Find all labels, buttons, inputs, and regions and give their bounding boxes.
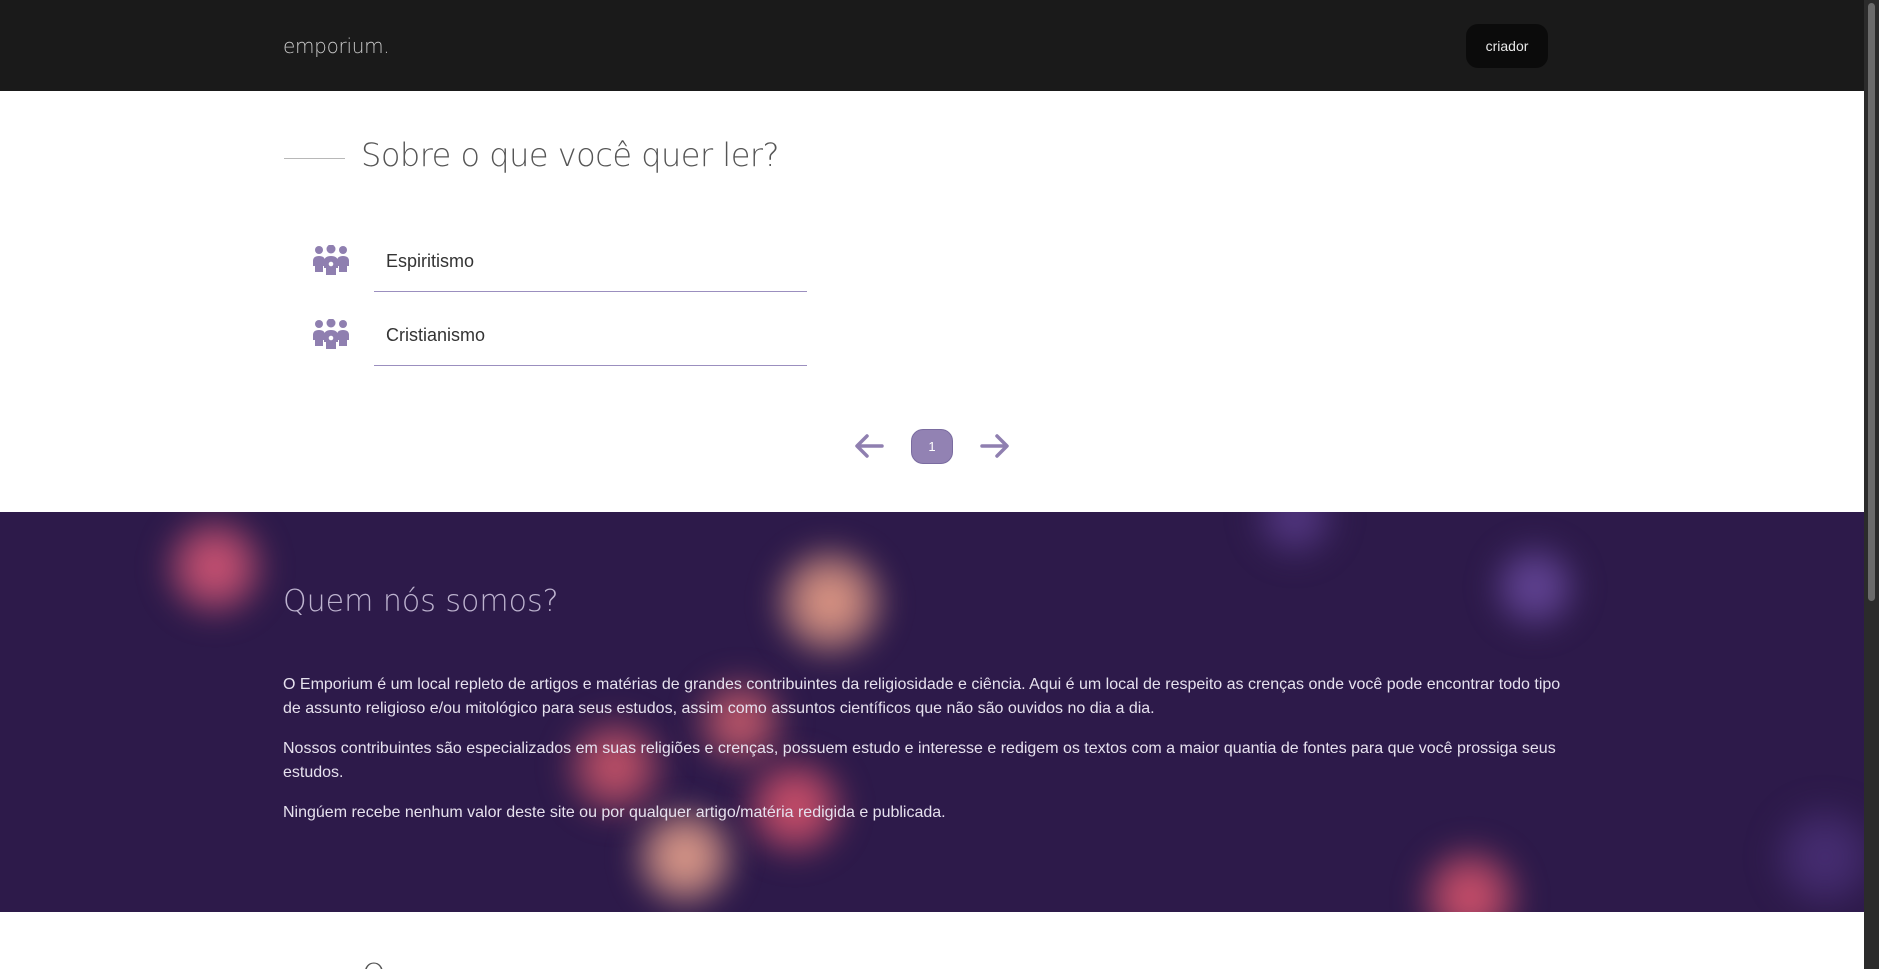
about-paragraph: Ningúem recebe nenhum valor deste site o…	[283, 804, 946, 821]
bokeh-light	[770, 542, 890, 662]
bokeh-light	[1415, 842, 1525, 912]
topic-label-field[interactable]: Cristianismo	[374, 307, 807, 366]
people-group-icon	[311, 244, 351, 284]
arrow-right-icon[interactable]	[979, 432, 1011, 465]
page-1-button[interactable]: 1	[911, 429, 953, 464]
scrollbar[interactable]	[1864, 0, 1879, 969]
arrow-left-icon[interactable]	[853, 432, 885, 465]
topic-item-cristianismo[interactable]: Cristianismo	[306, 307, 807, 367]
creator-button[interactable]: criador	[1466, 24, 1548, 68]
topics-heading: Sobre o que você quer ler?	[361, 136, 780, 174]
about-paragraph: Nossos contribuintes são especializados …	[283, 740, 1556, 781]
next-section-heading: O	[362, 958, 672, 969]
topic-label-field[interactable]: Espiritismo	[374, 233, 807, 292]
navbar: emporium. criador	[0, 0, 1864, 91]
about-section: Quem nós somos? O Emporium é um local re…	[0, 512, 1864, 912]
bokeh-light	[1250, 512, 1340, 562]
people-group-icon	[311, 318, 351, 358]
bokeh-light	[1770, 802, 1864, 912]
about-paragraph: O Emporium é um local repleto de artigos…	[283, 676, 1561, 717]
bokeh-light	[160, 512, 270, 622]
brand-logo[interactable]: emporium.	[283, 34, 390, 58]
topic-label: Espiritismo	[386, 251, 475, 271]
bokeh-light	[1490, 542, 1580, 632]
heading-divider	[284, 158, 345, 159]
topic-label: Cristianismo	[386, 325, 486, 345]
topic-item-espiritismo[interactable]: Espiritismo	[306, 233, 807, 293]
scrollbar-thumb[interactable]	[1868, 3, 1875, 601]
about-title: Quem nós somos?	[283, 584, 559, 619]
